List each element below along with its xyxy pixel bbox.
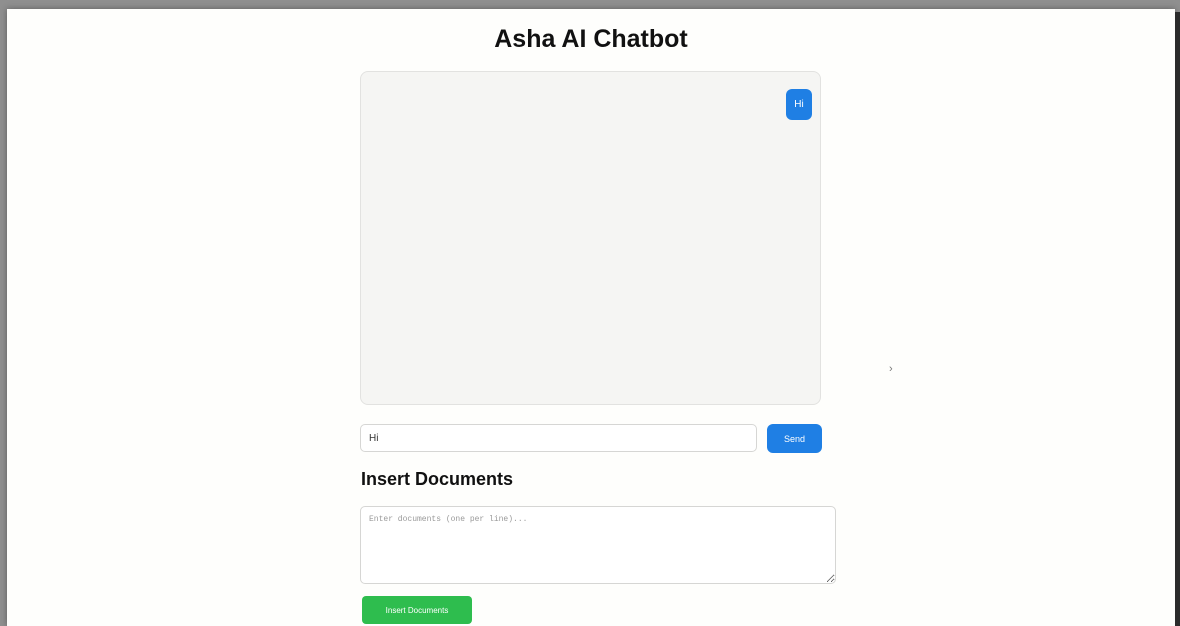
user-message-bubble: Hi [786, 89, 812, 120]
send-button[interactable]: Send [767, 424, 822, 453]
message-input[interactable] [360, 424, 757, 452]
mouse-cursor-icon: › [889, 363, 893, 375]
insert-documents-heading: Insert Documents [361, 469, 514, 489]
page-title: Asha AI Chatbot [494, 25, 688, 53]
documents-textarea[interactable] [360, 506, 836, 584]
browser-viewport: Asha AI Chatbot Hi Send Insert Documents… [7, 9, 1175, 626]
chat-messages-panel[interactable]: Hi [360, 71, 821, 405]
insert-documents-button[interactable]: Insert Documents [362, 596, 472, 624]
window-edge [1175, 12, 1180, 626]
